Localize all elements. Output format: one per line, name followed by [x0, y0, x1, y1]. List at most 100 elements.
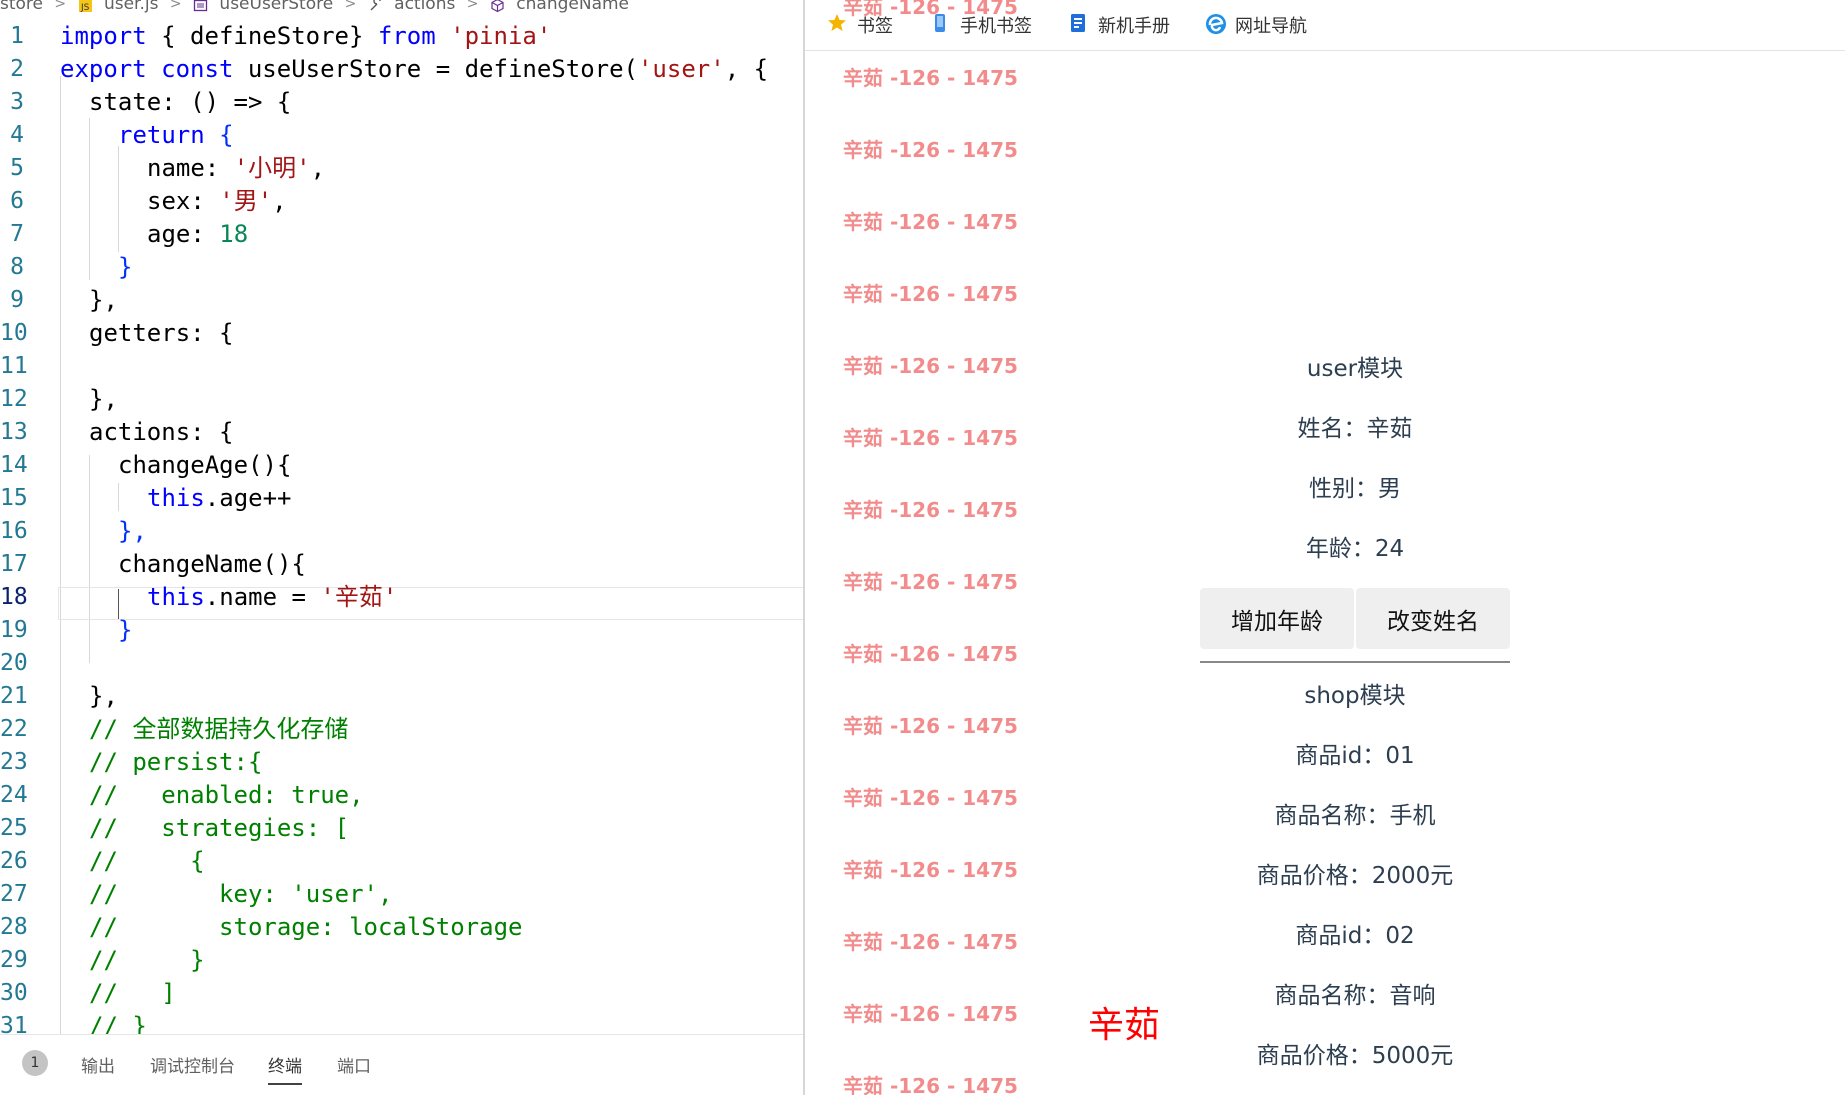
line-number: 29 — [0, 947, 28, 973]
tab-terminal[interactable]: 终端 — [268, 1052, 302, 1085]
add-age-button[interactable]: 增加年龄 — [1200, 588, 1354, 649]
line-number: 16 — [0, 518, 28, 544]
line-number: 1 — [10, 23, 24, 49]
token: 'pinia' — [450, 22, 552, 50]
line-number: 19 — [0, 617, 28, 643]
tab-debug-console[interactable]: 调试控制台 — [150, 1052, 235, 1077]
token: '男' — [219, 187, 273, 215]
line-number: 18 — [0, 584, 28, 610]
code-line: 11 — [0, 350, 803, 383]
line-number: 9 — [10, 287, 24, 313]
code-text: }, — [89, 286, 118, 314]
line-number: 14 — [0, 452, 28, 478]
repeated-text: 辛茹 -126 - 1475 — [843, 282, 1018, 306]
bookmark-item[interactable]: 新机手册 — [1068, 12, 1170, 38]
token: age: — [147, 220, 220, 248]
line-number: 25 — [0, 815, 28, 841]
shop-item-line: 商品名称：手机 — [1274, 803, 1436, 829]
token: import — [60, 22, 147, 50]
user-age: 年龄：24 — [1305, 536, 1405, 562]
line-number: 10 — [0, 320, 28, 346]
code-text: export const useUserStore = defineStore(… — [60, 53, 768, 86]
breadcrumb-method[interactable]: changeName — [516, 0, 629, 14]
code-text: getters: { — [89, 319, 234, 347]
code-editor[interactable]: store > JS user.js > useUserStore > acti… — [0, 0, 803, 1095]
wrench-icon — [368, 0, 383, 13]
divider — [1200, 661, 1510, 663]
change-name-button[interactable]: 改变姓名 — [1356, 588, 1510, 649]
bookmark-label: 网址导航 — [1235, 16, 1307, 37]
shop-item-line: 商品价格：5000元 — [1256, 1043, 1454, 1069]
code-comment: // enabled: true, — [89, 781, 364, 809]
token: this — [147, 583, 205, 611]
line-number: 4 — [10, 122, 24, 148]
code-comment: // { — [89, 847, 205, 875]
token: , { — [724, 55, 769, 83]
token: this — [147, 484, 205, 512]
browser-icon — [1205, 13, 1226, 34]
tab-output[interactable]: 输出 — [81, 1052, 115, 1077]
method-cube-icon — [490, 0, 505, 13]
repeated-text: 辛茹 -126 - 1475 — [843, 0, 1018, 19]
code-comment: // } — [89, 946, 205, 974]
repeated-text: 辛茹 -126 - 1475 — [843, 354, 1018, 378]
manual-icon — [1068, 13, 1088, 33]
code-line: 24 // enabled: true, — [0, 779, 803, 812]
token: '辛茹' — [320, 583, 398, 611]
code-text: import { defineStore} from 'pinia' — [60, 20, 551, 53]
problems-count-badge[interactable]: 1 — [22, 1050, 48, 1076]
repeated-text: 辛茹 -126 - 1475 — [843, 66, 1018, 90]
line-number: 30 — [0, 980, 28, 1006]
code-text: age: 18 — [147, 218, 248, 251]
line-number: 27 — [0, 881, 28, 907]
chevron-right-icon: > — [344, 0, 357, 12]
code-line: 30 // ] — [0, 977, 803, 1010]
user-module-title: user模块 — [1306, 356, 1404, 382]
js-file-icon: JS — [78, 0, 93, 13]
token: name: — [147, 154, 234, 182]
token: }, — [118, 517, 147, 545]
code-text: }, — [89, 682, 118, 710]
code-line: 10 getters: { — [0, 317, 803, 350]
code-line: 22 // 全部数据持久化存储 — [0, 713, 803, 746]
line-number: 17 — [0, 551, 28, 577]
repeated-text: 辛茹 -126 - 1475 — [843, 1002, 1018, 1026]
code-line: 7 age: 18 — [0, 218, 803, 251]
code-line: 6 sex: '男', — [0, 185, 803, 218]
user-sex: 性别：男 — [1309, 476, 1401, 502]
user-name: 姓名：辛茹 — [1297, 416, 1413, 442]
breadcrumb-actions[interactable]: actions — [394, 0, 455, 14]
tab-ports[interactable]: 端口 — [337, 1052, 371, 1077]
repeated-text: 辛茹 -126 - 1475 — [843, 786, 1018, 810]
variable-icon — [193, 0, 208, 13]
code-text: sex: '男', — [147, 185, 287, 218]
code-line: 25 // strategies: [ — [0, 812, 803, 845]
bookmark-item[interactable]: 网址导航 — [1205, 12, 1307, 38]
code-text: name: '小明', — [147, 152, 325, 185]
token: '小明' — [233, 154, 311, 182]
code-comment: // storage: localStorage — [89, 913, 523, 941]
breadcrumb-store[interactable]: store — [0, 0, 43, 14]
breadcrumb-symbol[interactable]: useUserStore — [219, 0, 333, 14]
token: const — [161, 55, 234, 83]
line-number: 24 — [0, 782, 28, 808]
line-number: 13 — [0, 419, 28, 445]
code-line: 20 — [0, 647, 803, 680]
chevron-right-icon: > — [466, 0, 479, 12]
code-line: 17 changeName(){ — [0, 548, 803, 581]
token: { defineStore} — [146, 22, 378, 50]
line-number: 2 — [10, 56, 24, 82]
chevron-right-icon: > — [169, 0, 182, 12]
code-line: 2 export const useUserStore = defineStor… — [0, 53, 803, 86]
code-line: 12 }, — [0, 383, 803, 416]
code-line: 1 import { defineStore} from 'pinia' — [0, 20, 803, 53]
line-number: 21 — [0, 683, 28, 709]
code-text: } — [118, 616, 133, 644]
chevron-right-icon: > — [54, 0, 67, 12]
token: from — [377, 22, 436, 50]
repeated-text: 辛茹 -126 - 1475 — [843, 210, 1018, 234]
repeated-text: 辛茹 -126 - 1475 — [843, 858, 1018, 882]
line-number: 7 — [10, 221, 24, 247]
code-line: 8 } — [0, 251, 803, 284]
breadcrumb-file[interactable]: user.js — [104, 0, 159, 14]
